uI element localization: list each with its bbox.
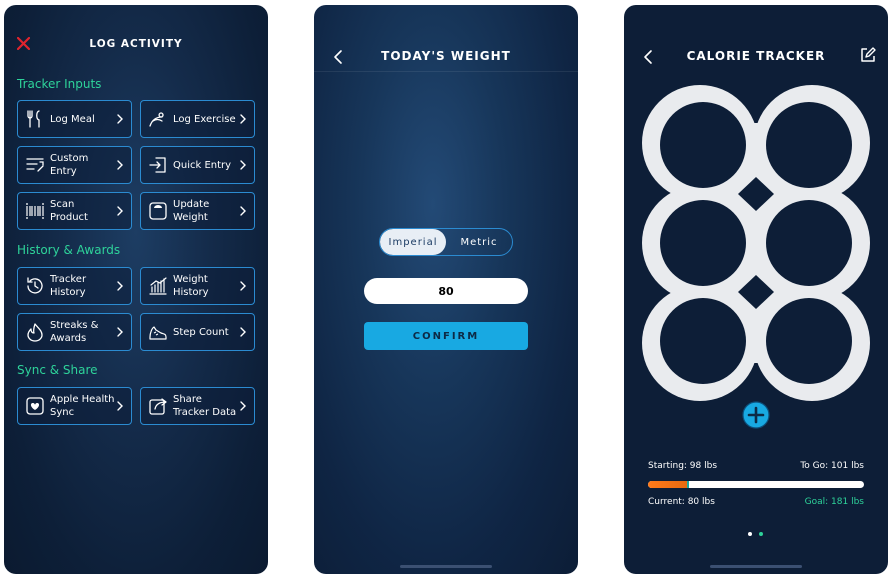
chevron-right-icon: [240, 206, 246, 216]
tile-step-count[interactable]: Step Count: [140, 313, 255, 351]
progress-bar: [648, 481, 864, 488]
tile-log-meal[interactable]: Log Meal: [17, 100, 132, 138]
chevron-right-icon: [240, 114, 246, 124]
page-title: TODAY'S WEIGHT: [381, 49, 511, 63]
chevron-right-icon: [240, 160, 246, 170]
tile-label: Tracker History: [50, 274, 87, 298]
tile-label: Weight History: [173, 274, 209, 298]
tile-share-tracker-data[interactable]: Share Tracker Data: [140, 387, 255, 425]
chevron-right-icon: [240, 327, 246, 337]
share-icon: [149, 398, 167, 415]
tile-quick-entry[interactable]: Quick Entry: [140, 146, 255, 184]
chart-icon: [149, 277, 167, 295]
tracker-rings-graphic: [642, 85, 870, 401]
edit-icon[interactable]: [859, 46, 877, 64]
unit-imperial-option[interactable]: Imperial: [380, 229, 446, 255]
log-activity-screen: LOG ACTIVITY Tracker Inputs History & Aw…: [4, 5, 268, 574]
chevron-right-icon: [117, 206, 123, 216]
tile-label: Step Count: [173, 326, 229, 338]
tile-log-exercise[interactable]: Log Exercise: [140, 100, 255, 138]
exercise-icon: [149, 112, 164, 127]
add-entry-button[interactable]: [742, 401, 770, 429]
unit-metric-option[interactable]: Metric: [446, 229, 512, 255]
home-indicator: [710, 565, 802, 568]
tile-weight-history[interactable]: Weight History: [140, 267, 255, 305]
tile-label: Scan Product: [50, 199, 88, 223]
tile-label: Streaks & Awards: [50, 320, 99, 344]
quick-entry-icon: [149, 157, 166, 173]
section-tracker-inputs: Tracker Inputs: [17, 77, 102, 91]
weight-input[interactable]: 80: [364, 278, 528, 304]
progress-marker: [686, 481, 689, 488]
chevron-right-icon: [240, 281, 246, 291]
flame-icon: [27, 323, 43, 342]
section-history-awards: History & Awards: [17, 243, 121, 257]
tile-scan-product[interactable]: Scan Product: [17, 192, 132, 230]
unit-toggle[interactable]: Imperial Metric: [379, 228, 513, 256]
page-title: LOG ACTIVITY: [89, 38, 183, 50]
fork-knife-icon: [27, 110, 40, 128]
ring-slot[interactable]: [660, 200, 746, 286]
todays-weight-screen: TODAY'S WEIGHT Imperial Metric 80 CONFIR…: [314, 5, 578, 574]
tile-label: Log Exercise: [173, 113, 236, 125]
tile-update-weight[interactable]: Update Weight: [140, 192, 255, 230]
calorie-tracker-screen: CALORIE TRACKER Starting: 98 lbs To Go: …: [624, 5, 888, 574]
chevron-right-icon: [240, 401, 246, 411]
tile-label: Update Weight: [173, 199, 210, 223]
history-icon: [27, 277, 43, 294]
confirm-button[interactable]: CONFIRM: [364, 322, 528, 350]
tile-label: Custom Entry: [50, 153, 89, 177]
scale-icon: [149, 202, 167, 220]
tile-custom-entry[interactable]: Custom Entry: [17, 146, 132, 184]
shoe-icon: [149, 326, 167, 340]
current-weight: Current: 80 lbs: [648, 497, 715, 507]
barcode-icon: [26, 203, 44, 219]
tile-label: Quick Entry: [173, 159, 232, 171]
tile-label: Apple Health Sync: [50, 394, 115, 418]
tile-tracker-history[interactable]: Tracker History: [17, 267, 132, 305]
progress-fill: [648, 481, 687, 488]
chevron-right-icon: [117, 114, 123, 124]
to-go-weight: To Go: 101 lbs: [800, 461, 864, 471]
tile-apple-health-sync[interactable]: Apple Health Sync: [17, 387, 132, 425]
ring-slot[interactable]: [660, 102, 746, 188]
chevron-right-icon: [117, 327, 123, 337]
header-divider: [314, 71, 578, 72]
chevron-right-icon: [117, 401, 123, 411]
tile-streaks-awards[interactable]: Streaks & Awards: [17, 313, 132, 351]
tile-label: Share Tracker Data: [173, 394, 237, 418]
section-sync-share: Sync & Share: [17, 363, 98, 377]
chevron-right-icon: [117, 160, 123, 170]
ring-slot[interactable]: [766, 102, 852, 188]
health-icon: [26, 397, 44, 415]
ring-slot[interactable]: [766, 200, 852, 286]
chevron-right-icon: [117, 281, 123, 291]
ring-slot[interactable]: [766, 298, 852, 384]
page-dot-active[interactable]: [759, 532, 763, 536]
goal-weight: Goal: 181 lbs: [804, 497, 864, 507]
page-title: CALORIE TRACKER: [686, 49, 826, 63]
tile-label: Log Meal: [50, 113, 95, 125]
ring-slot[interactable]: [660, 298, 746, 384]
page-dot[interactable]: [748, 532, 752, 536]
starting-weight: Starting: 98 lbs: [648, 461, 718, 471]
custom-entry-icon: [26, 158, 44, 172]
home-indicator: [400, 565, 492, 568]
